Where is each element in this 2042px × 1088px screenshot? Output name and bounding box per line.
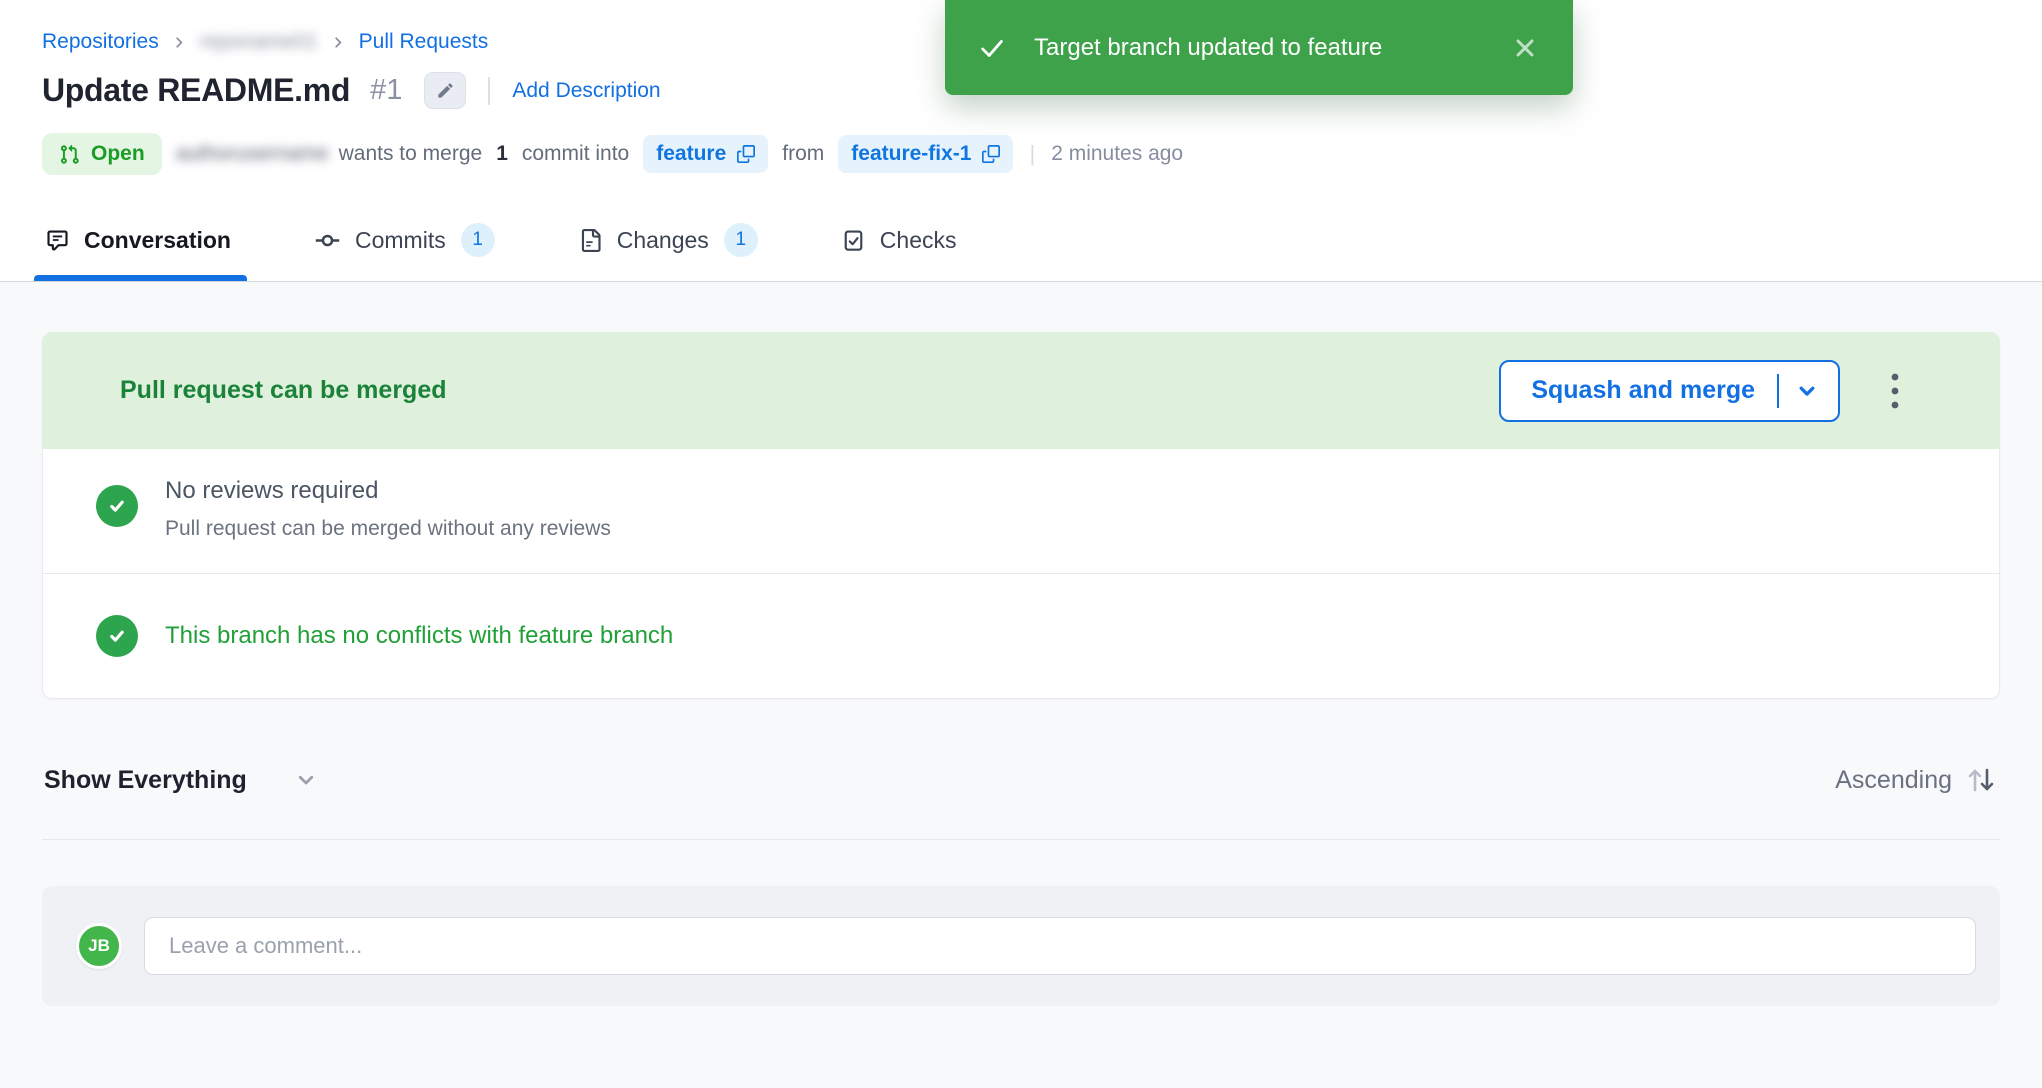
timeline-filter-bar: Show Everything Ascending (42, 755, 2000, 805)
show-filter-label: Show Everything (44, 766, 247, 795)
checklist-icon (842, 229, 865, 252)
commit-count: 1 (496, 142, 508, 166)
check-row-conflicts: This branch has no conflicts with featur… (43, 574, 1999, 698)
edit-title-button[interactable] (424, 72, 466, 109)
add-description-button[interactable]: Add Description (512, 79, 660, 103)
comment-input[interactable] (144, 917, 1976, 975)
sort-arrows-icon (1964, 764, 1998, 796)
merge-text: wants to merge (339, 142, 483, 166)
tab-conversation[interactable]: Conversation (46, 223, 231, 281)
tab-checks[interactable]: Checks (842, 223, 957, 281)
branch-name: feature (656, 142, 726, 166)
divider (488, 77, 490, 105)
success-toast: Target branch updated to feature (945, 0, 1573, 95)
avatar: JB (76, 923, 122, 969)
breadcrumb-repo-name-redacted[interactable]: reponame01 (200, 30, 318, 54)
chevron-right-icon (172, 35, 187, 50)
tab-bar: Conversation Commits 1 Changes 1 Checks (42, 223, 2000, 281)
squash-and-merge-button[interactable]: Squash and merge (1499, 360, 1840, 422)
check-subtitle: Pull request can be merged without any r… (165, 517, 611, 541)
kebab-menu-icon (1890, 372, 1900, 410)
merge-button-label: Squash and merge (1531, 376, 1755, 405)
git-commit-icon (315, 228, 340, 253)
comment-bubble-icon (46, 229, 69, 252)
check-circle-icon (96, 615, 138, 657)
close-icon[interactable] (1509, 32, 1541, 64)
author-name-redacted: authorusername (176, 142, 329, 166)
sort-order-label: Ascending (1835, 766, 1952, 795)
conversation-panel: Pull request can be merged Squash and me… (0, 282, 2042, 1006)
timestamp: 2 minutes ago (1051, 142, 1183, 166)
page-title: Update README.md (42, 72, 350, 109)
merge-text: from (782, 142, 824, 166)
git-pull-request-icon (59, 144, 80, 165)
pr-number: #1 (370, 74, 402, 107)
divider: | (1029, 141, 1035, 167)
check-icon (977, 33, 1007, 63)
tab-label: Commits (355, 227, 446, 254)
comment-box: JB (42, 886, 2000, 1006)
chevron-down-icon[interactable] (1796, 380, 1818, 402)
merge-text: commit into (522, 142, 629, 166)
status-label: Open (91, 142, 145, 166)
show-filter-dropdown[interactable]: Show Everything (44, 766, 317, 795)
check-texts: This branch has no conflicts with featur… (165, 622, 673, 650)
source-branch-chip[interactable]: feature-fix-1 (838, 135, 1013, 173)
tab-changes-badge: 1 (724, 223, 758, 257)
merge-status-header: Pull request can be merged Squash and me… (42, 332, 2000, 449)
check-title: This branch has no conflicts with featur… (165, 622, 673, 650)
chevron-down-icon (295, 769, 317, 791)
merge-status-title: Pull request can be merged (120, 376, 447, 405)
merge-checks-list: No reviews required Pull request can be … (42, 449, 2000, 699)
check-texts: No reviews required Pull request can be … (165, 477, 611, 541)
check-circle-icon (96, 485, 138, 527)
breadcrumb-pull-requests-link[interactable]: Pull Requests (359, 30, 489, 54)
tab-label: Checks (880, 227, 957, 254)
tab-commits-badge: 1 (461, 223, 495, 257)
file-icon (579, 229, 602, 252)
tab-label: Changes (617, 227, 709, 254)
more-options-button[interactable] (1886, 366, 1904, 416)
breadcrumb-repositories-link[interactable]: Repositories (42, 30, 159, 54)
divider (1777, 374, 1779, 408)
copy-icon[interactable] (737, 145, 755, 163)
sort-order-button[interactable]: Ascending (1835, 764, 1998, 796)
toast-message: Target branch updated to feature (1034, 34, 1382, 62)
status-badge: Open (42, 133, 162, 175)
check-row-reviews: No reviews required Pull request can be … (43, 449, 1999, 574)
merge-status-card: Pull request can be merged Squash and me… (42, 332, 2000, 699)
check-title: No reviews required (165, 477, 611, 505)
branch-name: feature-fix-1 (851, 142, 971, 166)
tab-label: Conversation (84, 227, 231, 254)
divider (42, 839, 2000, 840)
tab-commits[interactable]: Commits 1 (315, 223, 495, 281)
chevron-right-icon (331, 35, 346, 50)
target-branch-chip[interactable]: feature (643, 135, 768, 173)
tab-changes[interactable]: Changes 1 (579, 223, 758, 281)
pr-meta-row: Open authorusername wants to merge 1 com… (42, 133, 2000, 175)
pencil-icon (436, 81, 455, 100)
copy-icon[interactable] (982, 145, 1000, 163)
